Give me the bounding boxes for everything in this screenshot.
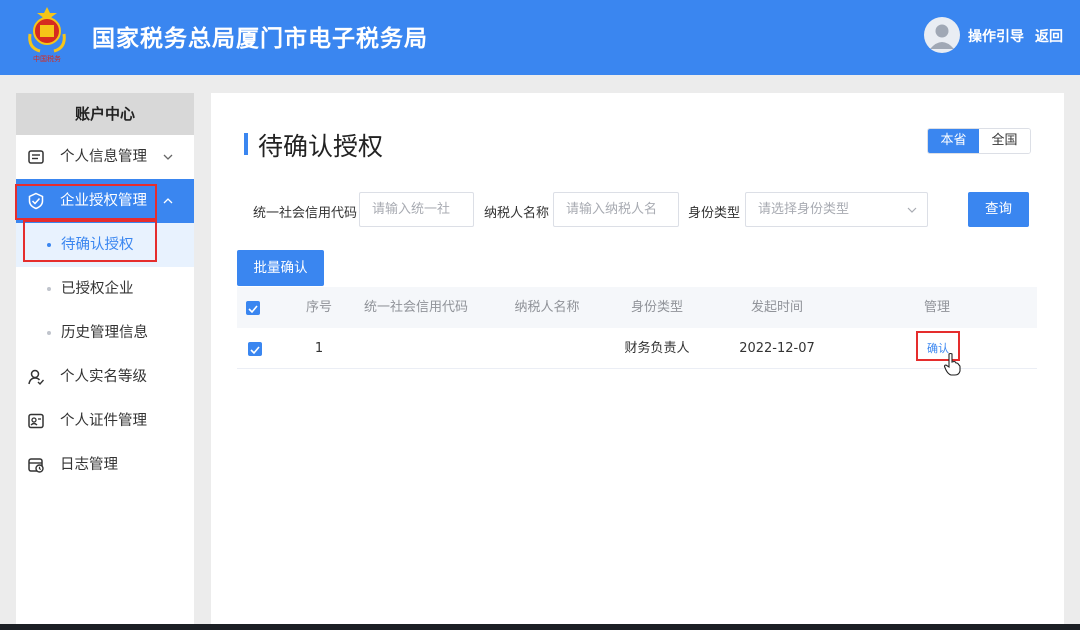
sidebar-item-enterprise-auth[interactable]: 企业授权管理 bbox=[16, 179, 194, 223]
batch-confirm-button[interactable]: 批量确认 bbox=[237, 250, 324, 286]
taxpayer-name-label: 纳税人名称 bbox=[484, 206, 550, 221]
row-checkbox[interactable] bbox=[248, 342, 262, 356]
sidebar-item-label: 个人实名等级 bbox=[60, 369, 147, 385]
sidebar-title: 账户中心 bbox=[16, 93, 194, 135]
user-icon bbox=[28, 369, 45, 386]
bullet-dot bbox=[47, 287, 51, 291]
sidebar-subitem-label: 待确认授权 bbox=[61, 237, 134, 253]
identity-type-placeholder: 请选择身份类型 bbox=[758, 202, 850, 217]
svg-text:中国税务: 中国税务 bbox=[33, 54, 61, 63]
sidebar-subitem-label: 历史管理信息 bbox=[61, 325, 148, 341]
col-header-identity-type: 身份类型 bbox=[630, 300, 683, 315]
col-header-actions: 管理 bbox=[923, 300, 950, 315]
cell-taxpayer-name-redacted bbox=[482, 340, 585, 360]
title-accent-bar bbox=[244, 133, 248, 155]
user-avatar[interactable] bbox=[924, 17, 960, 53]
list-icon bbox=[28, 150, 44, 164]
tax-emblem-icon: 中国税务 bbox=[28, 7, 66, 63]
bullet-dot bbox=[47, 243, 51, 247]
chevron-down-icon bbox=[163, 154, 173, 160]
check-icon bbox=[250, 346, 260, 355]
sidebar-item-realname-level[interactable]: 个人实名等级 bbox=[16, 355, 194, 399]
taxpayer-name-input[interactable]: 请输入纳税人名 bbox=[553, 192, 679, 227]
sidebar-subitem-pending-auth[interactable]: 待确认授权 bbox=[16, 223, 194, 267]
sidebar: 账户中心 个人信息管理 企业授权管理 待确认授权 已授权企业 历史管理信息 个人… bbox=[16, 93, 194, 630]
top-header: 中国税务 国家税务总局厦门市电子税务局 操作引导 返回 bbox=[0, 0, 1080, 75]
sidebar-item-logs[interactable]: 日志管理 bbox=[16, 443, 194, 487]
cell-credit-code-redacted bbox=[361, 340, 457, 360]
cell-index: 1 bbox=[314, 341, 324, 356]
taskbar bbox=[0, 624, 1080, 630]
cell-initiated-time: 2022-12-07 bbox=[739, 341, 815, 356]
chevron-up-icon bbox=[163, 198, 173, 204]
credit-code-input[interactable]: 请输入统一社 bbox=[359, 192, 474, 227]
sidebar-item-label: 企业授权管理 bbox=[60, 193, 147, 209]
bullet-dot bbox=[47, 331, 51, 335]
page-title: 待确认授权 bbox=[258, 132, 384, 161]
sidebar-item-label: 日志管理 bbox=[60, 457, 118, 473]
check-icon bbox=[248, 305, 258, 314]
guide-link[interactable]: 操作引导 bbox=[968, 26, 1024, 46]
person-icon bbox=[930, 24, 954, 49]
select-all-checkbox[interactable] bbox=[246, 301, 260, 315]
id-card-icon bbox=[28, 413, 44, 429]
chevron-down-icon bbox=[907, 207, 917, 213]
col-header-credit-code: 统一社会信用代码 bbox=[363, 300, 468, 315]
sidebar-item-personal-info[interactable]: 个人信息管理 bbox=[16, 135, 194, 179]
hand-cursor-icon bbox=[943, 352, 961, 376]
cell-identity-type: 财务负责人 bbox=[624, 341, 690, 356]
auth-table: 序号 统一社会信用代码 纳税人名称 身份类型 发起时间 管理 1 财务负责人 2… bbox=[237, 287, 1037, 369]
sidebar-item-label: 个人信息管理 bbox=[60, 149, 147, 165]
identity-type-label: 身份类型 bbox=[688, 206, 741, 221]
table-row: 1 财务负责人 2022-12-07 确认 bbox=[237, 328, 1037, 369]
table-header: 序号 统一社会信用代码 纳税人名称 身份类型 发起时间 管理 bbox=[237, 287, 1037, 328]
col-header-taxpayer-name: 纳税人名称 bbox=[514, 300, 580, 315]
scope-toggle: 本省 全国 bbox=[927, 128, 1031, 154]
sidebar-item-id-docs[interactable]: 个人证件管理 bbox=[16, 399, 194, 443]
query-button[interactable]: 查询 bbox=[968, 192, 1029, 227]
sidebar-subitem-history[interactable]: 历史管理信息 bbox=[16, 311, 194, 355]
site-title: 国家税务总局厦门市电子税务局 bbox=[92, 26, 428, 52]
scope-option-national[interactable]: 全国 bbox=[979, 129, 1030, 153]
credit-code-label: 统一社会信用代码 bbox=[253, 206, 358, 221]
sidebar-item-label: 个人证件管理 bbox=[60, 413, 147, 429]
back-link[interactable]: 返回 bbox=[1035, 26, 1063, 46]
identity-type-select[interactable]: 请选择身份类型 bbox=[745, 192, 928, 227]
sidebar-subitem-authorized[interactable]: 已授权企业 bbox=[16, 267, 194, 311]
calendar-clock-icon bbox=[28, 458, 44, 473]
sidebar-subitem-label: 已授权企业 bbox=[61, 281, 134, 297]
main-panel: 待确认授权 本省 全国 统一社会信用代码 请输入统一社 纳税人名称 请输入纳税人… bbox=[211, 93, 1064, 630]
col-header-index: 序号 bbox=[305, 300, 332, 315]
scope-option-province[interactable]: 本省 bbox=[928, 129, 979, 153]
col-header-initiated-time: 发起时间 bbox=[750, 300, 803, 315]
shield-check-icon bbox=[28, 192, 44, 210]
